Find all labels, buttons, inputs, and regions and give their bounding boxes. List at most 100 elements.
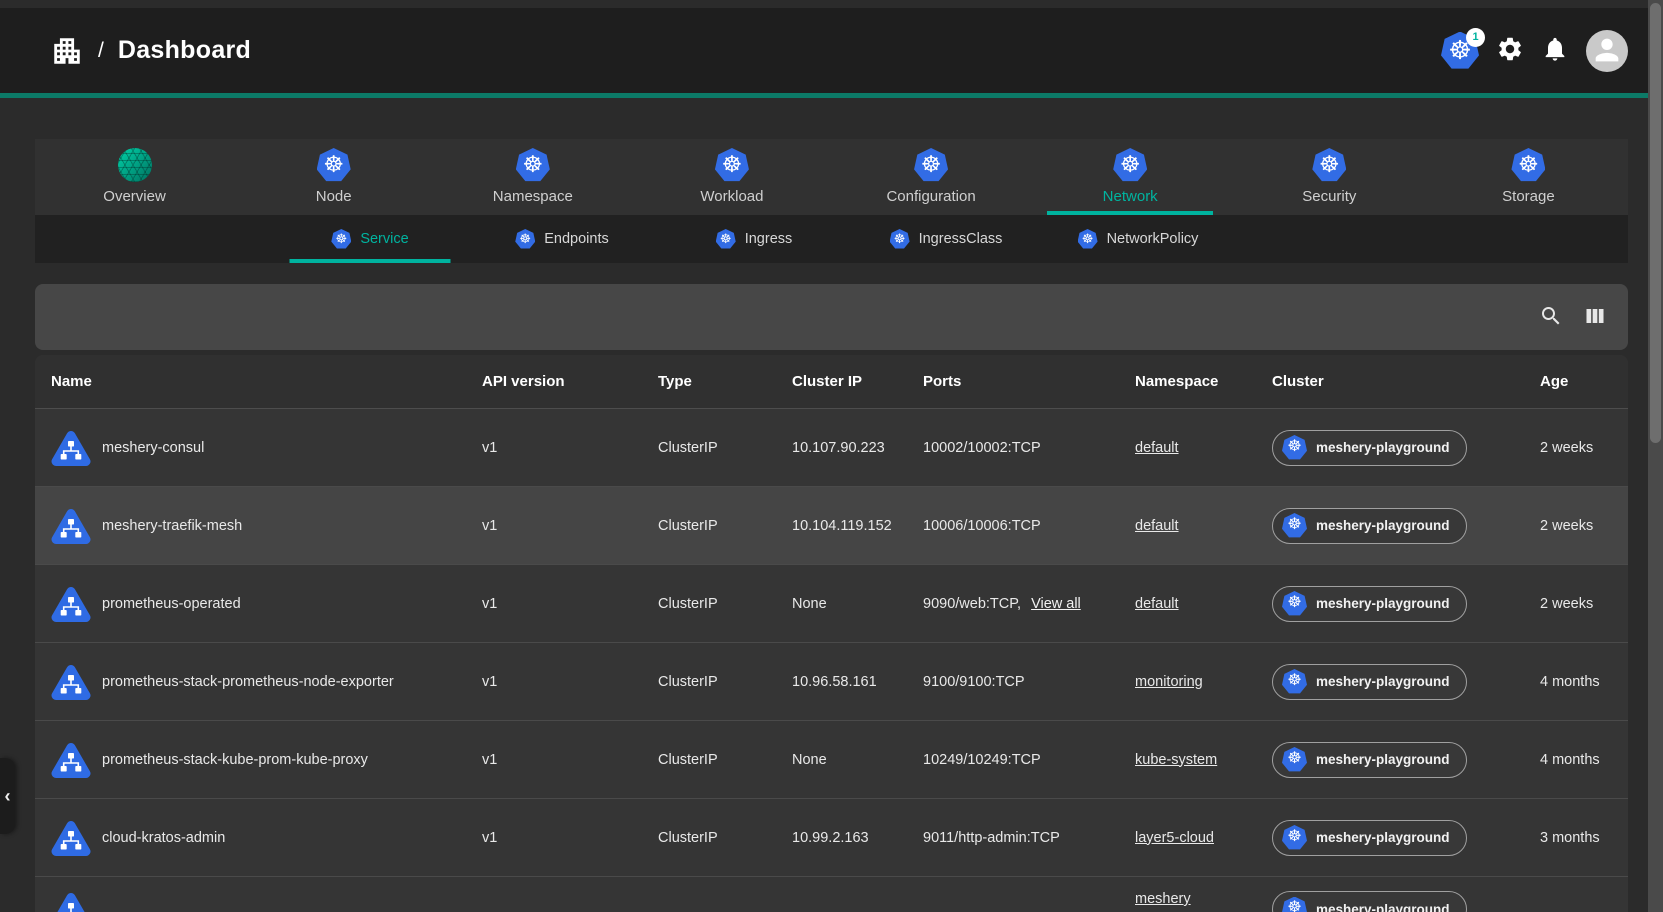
column-header-age[interactable]: Age bbox=[1540, 373, 1612, 390]
service-name: prometheus-stack-prometheus-node-exporte… bbox=[102, 674, 394, 690]
tab-configuration[interactable]: ☸ Configuration bbox=[832, 139, 1031, 215]
subtab-label: Service bbox=[360, 231, 408, 247]
search-button[interactable] bbox=[1539, 304, 1563, 331]
type-cell: ClusterIP bbox=[658, 830, 792, 846]
namespace-cell: default bbox=[1135, 440, 1272, 456]
namespace-link[interactable]: kube-system bbox=[1135, 752, 1217, 768]
type-cell: ClusterIP bbox=[658, 596, 792, 612]
user-avatar[interactable] bbox=[1586, 30, 1628, 72]
tab-security[interactable]: ☸ Security bbox=[1230, 139, 1429, 215]
ports-cell: 10249/10249:TCP bbox=[923, 752, 1135, 768]
vertical-scrollbar[interactable] bbox=[1648, 0, 1663, 912]
subtab-label: IngressClass bbox=[919, 231, 1003, 247]
kubernetes-icon: ☸ bbox=[914, 148, 948, 182]
tab-network[interactable]: ☸ Network bbox=[1031, 139, 1230, 215]
api-version-cell: v1 bbox=[482, 518, 658, 534]
tab-storage[interactable]: ☸ Storage bbox=[1429, 139, 1628, 215]
namespace-cell: default bbox=[1135, 596, 1272, 612]
namespace-cell: kube-system bbox=[1135, 752, 1272, 768]
table-body: meshery-consul v1 ClusterIP 10.107.90.22… bbox=[35, 409, 1628, 912]
namespace-cell: meshery bbox=[1135, 891, 1272, 907]
cluster-cell: ☸ meshery-playground bbox=[1272, 664, 1540, 700]
table-row[interactable]: meshery-consul v1 ClusterIP 10.107.90.22… bbox=[35, 409, 1628, 487]
network-subtabs: ☸ Service ☸ Endpoints ☸ Ingress ☸ Ingres… bbox=[35, 215, 1628, 263]
cluster-chip[interactable]: ☸ meshery-playground bbox=[1272, 430, 1467, 466]
table-row[interactable]: meshery-traefik-mesh v1 ClusterIP 10.104… bbox=[35, 487, 1628, 565]
column-header-cluster[interactable]: Cluster bbox=[1272, 373, 1540, 390]
cluster-ip-cell: None bbox=[792, 596, 923, 612]
header-accent-line bbox=[0, 93, 1663, 98]
kubernetes-icon: ☸ bbox=[1282, 825, 1307, 850]
view-all-link[interactable]: View all bbox=[1031, 596, 1081, 612]
subtab-endpoints[interactable]: ☸ Endpoints bbox=[466, 215, 658, 263]
subtab-networkpolicy[interactable]: ☸ NetworkPolicy bbox=[1042, 215, 1234, 263]
cluster-chip[interactable]: ☸ meshery-playground bbox=[1272, 742, 1467, 778]
subtab-ingress[interactable]: ☸ Ingress bbox=[658, 215, 850, 263]
kubernetes-dashboard-page: / Dashboard ☸ 1 ☸ Overview ☸ bbox=[0, 0, 1663, 912]
kubernetes-context-button[interactable]: ☸ 1 bbox=[1441, 32, 1479, 70]
service-name: meshery-consul bbox=[102, 440, 204, 456]
notifications-button[interactable] bbox=[1541, 35, 1569, 66]
namespace-link[interactable]: default bbox=[1135, 440, 1179, 456]
namespace-link[interactable]: meshery bbox=[1135, 891, 1191, 907]
column-header-namespace[interactable]: Namespace bbox=[1135, 373, 1272, 390]
namespace-cell: default bbox=[1135, 518, 1272, 534]
tab-overview[interactable]: ☸ Overview bbox=[35, 139, 234, 215]
cluster-chip[interactable]: ☸ meshery-playground bbox=[1272, 586, 1467, 622]
namespace-link[interactable]: monitoring bbox=[1135, 674, 1203, 690]
service-resource-icon bbox=[51, 891, 91, 912]
column-header-ports[interactable]: Ports bbox=[923, 373, 1135, 390]
namespace-link[interactable]: default bbox=[1135, 596, 1179, 612]
table-row[interactable]: prometheus-stack-prometheus-node-exporte… bbox=[35, 643, 1628, 721]
cluster-name: meshery-playground bbox=[1316, 674, 1450, 689]
organization-building-icon[interactable] bbox=[50, 34, 84, 68]
tab-node[interactable]: ☸ Node bbox=[234, 139, 433, 215]
service-resource-icon bbox=[51, 819, 91, 857]
kubernetes-icon: ☸ bbox=[516, 148, 550, 182]
cluster-chip[interactable]: ☸ meshery-playground bbox=[1272, 508, 1467, 544]
table-row[interactable]: prometheus-stack-kube-prom-kube-proxy v1… bbox=[35, 721, 1628, 799]
column-header-cluster-ip[interactable]: Cluster IP bbox=[792, 373, 923, 390]
kubernetes-icon: ☸ bbox=[515, 229, 535, 249]
kubernetes-icon: ☸ bbox=[1282, 591, 1307, 616]
type-cell: ClusterIP bbox=[658, 752, 792, 768]
column-header-type[interactable]: Type bbox=[658, 373, 792, 390]
meshery-logo-icon bbox=[118, 148, 152, 182]
subtab-ingressclass[interactable]: ☸ IngressClass bbox=[850, 215, 1042, 263]
cluster-chip[interactable]: ☸ meshery-playground bbox=[1272, 891, 1467, 912]
ports-cell: 9011/http-admin:TCP bbox=[923, 830, 1135, 846]
cluster-cell: ☸ meshery-playground bbox=[1272, 430, 1540, 466]
name-cell: meshery-consul bbox=[51, 429, 482, 467]
settings-button[interactable] bbox=[1496, 35, 1524, 66]
ports-cell: 9100/9100:TCP bbox=[923, 674, 1135, 690]
cluster-chip[interactable]: ☸ meshery-playground bbox=[1272, 664, 1467, 700]
service-name: prometheus-stack-kube-prom-kube-proxy bbox=[102, 752, 368, 768]
cluster-ip-cell: 10.99.2.163 bbox=[792, 830, 923, 846]
namespace-link[interactable]: default bbox=[1135, 518, 1179, 534]
column-header-api-version[interactable]: API version bbox=[482, 373, 658, 390]
cluster-chip[interactable]: ☸ meshery-playground bbox=[1272, 820, 1467, 856]
tab-namespace[interactable]: ☸ Namespace bbox=[433, 139, 632, 215]
kubernetes-icon: ☸ bbox=[1282, 513, 1307, 538]
tab-workload[interactable]: ☸ Workload bbox=[632, 139, 831, 215]
kubernetes-icon: ☸ bbox=[715, 148, 749, 182]
app-header: / Dashboard ☸ 1 bbox=[0, 8, 1663, 93]
namespace-link[interactable]: layer5-cloud bbox=[1135, 830, 1214, 846]
tab-label: Security bbox=[1302, 188, 1356, 205]
column-header-name[interactable]: Name bbox=[51, 373, 482, 390]
tab-label: Overview bbox=[103, 188, 166, 205]
age-cell: 2 weeks bbox=[1540, 518, 1612, 534]
cluster-name: meshery-playground bbox=[1316, 596, 1450, 611]
subtab-service[interactable]: ☸ Service bbox=[274, 215, 466, 263]
kubernetes-icon: ☸ bbox=[1312, 148, 1346, 182]
table-row[interactable]: meshery ☸ meshery-playground bbox=[35, 877, 1628, 912]
table-row[interactable]: prometheus-operated v1 ClusterIP None 90… bbox=[35, 565, 1628, 643]
view-columns-button[interactable] bbox=[1582, 304, 1606, 331]
cluster-name: meshery-playground bbox=[1316, 440, 1450, 455]
scrollbar-thumb[interactable] bbox=[1650, 3, 1661, 443]
table-row[interactable]: cloud-kratos-admin v1 ClusterIP 10.99.2.… bbox=[35, 799, 1628, 877]
sidebar-collapse-handle[interactable]: ‹ bbox=[0, 758, 15, 834]
subtab-label: Endpoints bbox=[544, 231, 609, 247]
name-cell bbox=[51, 891, 482, 912]
name-cell: cloud-kratos-admin bbox=[51, 819, 482, 857]
